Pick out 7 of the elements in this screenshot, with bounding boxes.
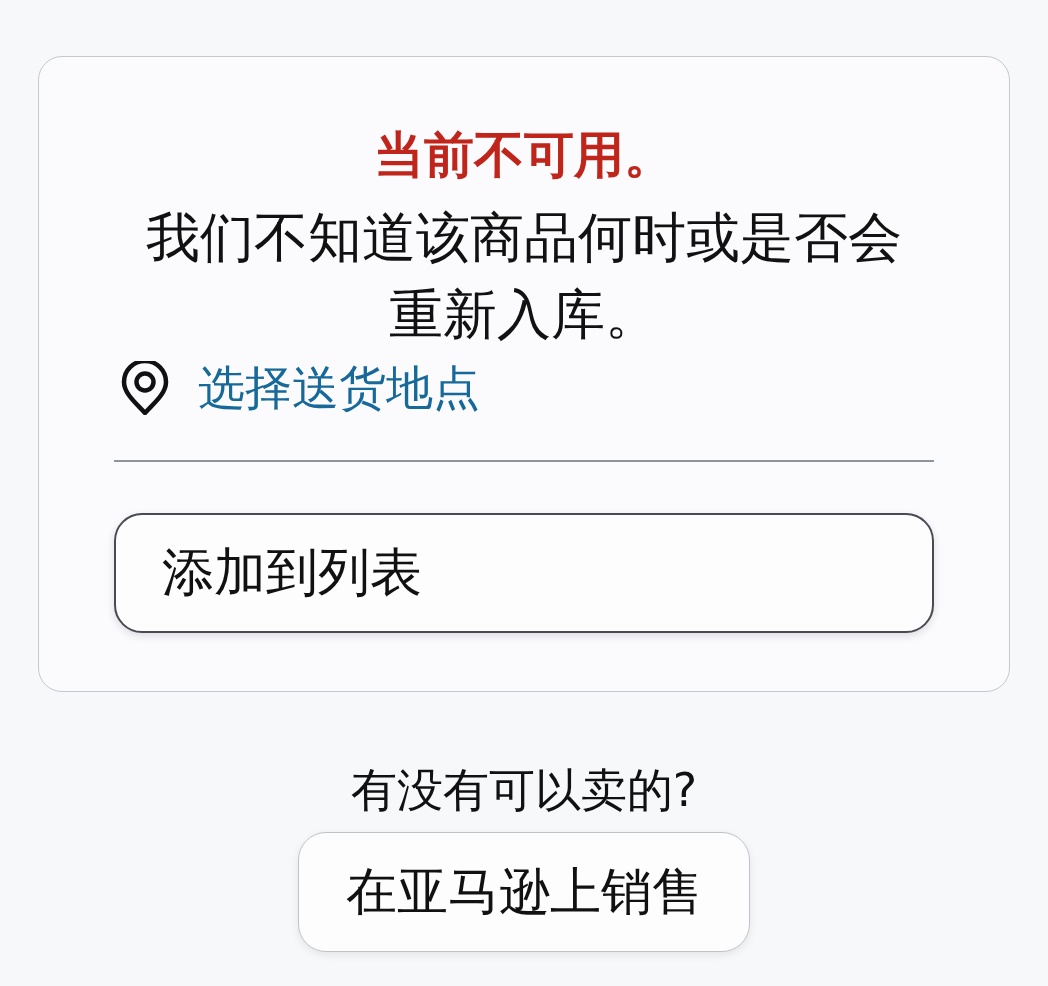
sell-button[interactable]: 在亚马逊上销售	[298, 832, 750, 952]
location-pin-icon	[121, 361, 169, 415]
availability-message: 我们不知道该商品何时或是否会重新入库。	[145, 205, 903, 348]
availability-status: 当前不可用。	[374, 125, 674, 185]
add-to-list-button[interactable]: 添加到列表	[114, 513, 934, 633]
sell-question: 有没有可以卖的?	[350, 762, 698, 819]
delivery-location-link[interactable]: 选择送货地点	[198, 361, 480, 415]
